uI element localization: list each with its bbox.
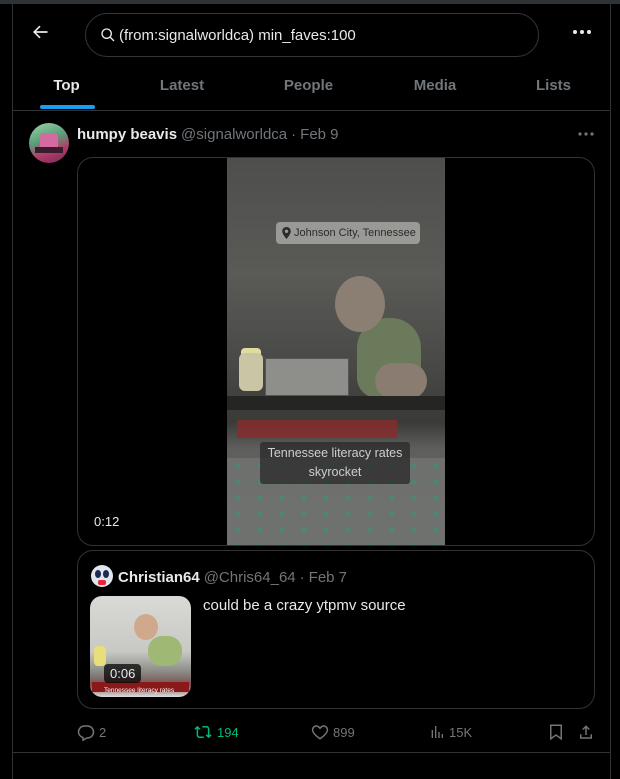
reply-button[interactable]: 2 [77, 720, 106, 744]
quote-video-thumbnail[interactable]: Tennessee literacy rates 0:06 [90, 596, 191, 697]
tab-latest[interactable]: Latest [120, 60, 244, 110]
quote-text: could be a crazy ytpmv source [203, 597, 406, 614]
more-options-button[interactable] [566, 16, 598, 48]
video-duration: 0:12 [94, 514, 120, 529]
quoted-post[interactable]: Christian64 @Chris64_64 · Feb 7 Tennesse… [77, 550, 595, 709]
location-sticker: Johnson City, Tennessee [276, 222, 420, 244]
tab-label: People [283, 76, 334, 94]
news-banner [237, 420, 397, 438]
bottle [239, 353, 263, 391]
author-name[interactable]: humpy beavis [77, 126, 177, 143]
thumbnail-caption: Tennessee literacy rates [104, 687, 175, 694]
reply-icon [77, 725, 95, 741]
bookmark-icon [550, 724, 562, 741]
quote-author-handle[interactable]: @Chris64_64 [204, 569, 296, 586]
book [265, 358, 349, 396]
tab-people[interactable]: People [244, 60, 373, 110]
table-edge [227, 396, 445, 410]
heart-icon [311, 725, 329, 740]
location-text: Johnson City, Tennessee [294, 227, 416, 239]
active-tab-indicator [40, 105, 95, 109]
bookmark-button[interactable] [547, 720, 569, 744]
quote-date[interactable]: Feb 7 [309, 569, 347, 586]
quote-header: Christian64 @Chris64_64 · Feb 7 [118, 567, 347, 587]
caption-line-2: skyrocket [308, 465, 362, 479]
quote-avatar[interactable] [91, 565, 113, 587]
search-box[interactable] [85, 13, 539, 57]
search-tabs: Top Latest People Media Lists [13, 60, 610, 110]
video-caption: Tennessee literacy rates skyrocket [260, 442, 410, 484]
repost-button[interactable]: 194 [193, 720, 239, 744]
video-player[interactable]: Johnson City, Tennessee Tennessee litera… [77, 157, 595, 546]
separator-dot: · [291, 125, 297, 143]
baby-leg [375, 363, 427, 399]
author-handle[interactable]: @signalworldca [181, 126, 287, 143]
more-horizontal-icon [573, 30, 591, 34]
views-button[interactable]: 15K [429, 720, 472, 744]
location-pin-icon [282, 227, 291, 239]
tabs-divider [13, 110, 611, 111]
tab-label: Top [53, 76, 80, 94]
quote-author-name[interactable]: Christian64 [118, 569, 200, 586]
avatar[interactable] [29, 123, 69, 163]
repost-count: 194 [217, 724, 239, 740]
like-count: 899 [333, 724, 355, 740]
views-count: 15K [449, 724, 473, 740]
back-button[interactable] [22, 14, 58, 50]
baby-head [335, 276, 385, 332]
arrow-left-icon [33, 25, 48, 39]
share-button[interactable] [577, 720, 599, 744]
quote-video-duration: 0:06 [104, 664, 142, 683]
share-icon [580, 725, 592, 739]
post-actions: 2 194 899 15K [77, 720, 597, 744]
caption-line-1: Tennessee literacy rates [267, 446, 403, 460]
post-more-button[interactable] [572, 122, 600, 146]
tab-top[interactable]: Top [13, 60, 120, 110]
search-icon [101, 28, 115, 42]
tab-label: Lists [535, 76, 571, 94]
tab-lists[interactable]: Lists [497, 60, 610, 110]
bar-chart-icon [431, 726, 443, 738]
tab-label: Media [413, 76, 457, 94]
search-input[interactable] [119, 14, 519, 56]
more-horizontal-icon [578, 132, 594, 136]
separator-dot: · [299, 568, 305, 586]
like-button[interactable]: 899 [311, 720, 355, 744]
post-header: humpy beavis @signalworldca · Feb 9 [77, 124, 339, 144]
post-date[interactable]: Feb 9 [300, 126, 338, 143]
video-frame: Johnson City, Tennessee Tennessee litera… [227, 158, 445, 545]
tab-label: Latest [159, 76, 205, 94]
tab-media[interactable]: Media [373, 60, 497, 110]
reply-count: 2 [99, 724, 107, 740]
post-divider [13, 752, 611, 753]
repost-icon [194, 725, 212, 739]
